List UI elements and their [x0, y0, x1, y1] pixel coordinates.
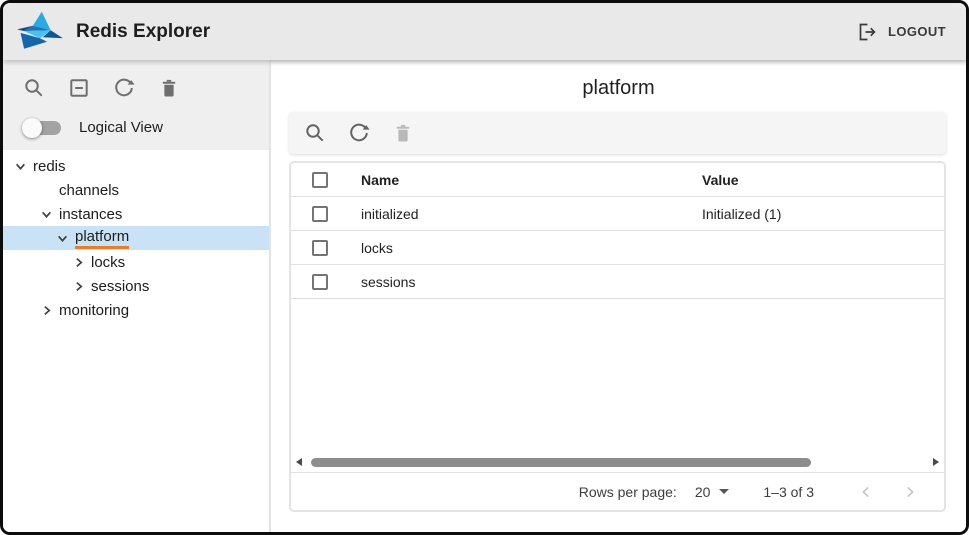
next-page-button[interactable]	[888, 482, 932, 502]
row-checkbox[interactable]	[312, 240, 328, 256]
horizontal-scrollbar[interactable]	[291, 452, 944, 472]
tree-item-label: redis	[33, 158, 66, 175]
app-header: Redis Explorer LOGOUT	[3, 3, 966, 60]
chevron-down-icon[interactable]	[13, 161, 27, 172]
chevron-down-icon[interactable]	[55, 233, 69, 244]
table-empty-area	[291, 299, 944, 452]
select-all-checkbox[interactable]	[312, 172, 328, 188]
trash-icon	[392, 122, 414, 144]
chevron-left-icon	[856, 482, 876, 502]
pagination-range: 1–3 of 3	[763, 484, 814, 500]
page-title: platform	[271, 77, 966, 100]
table-pagination: Rows per page: 20 1–3 of 3	[291, 472, 944, 510]
table-header-row: Name Value	[291, 163, 944, 197]
chevron-down-icon[interactable]	[39, 209, 53, 220]
chevron-right-icon[interactable]	[71, 257, 85, 268]
row-checkbox[interactable]	[312, 206, 328, 222]
page-size-value: 20	[695, 484, 711, 500]
cell-name: locks	[361, 240, 702, 256]
row-checkbox[interactable]	[312, 274, 328, 290]
rows-per-page-label: Rows per page:	[579, 484, 677, 500]
cell-name: initialized	[361, 206, 702, 222]
collapse-all-button[interactable]	[66, 75, 92, 101]
sidebar: Logical View redis channels instances	[3, 60, 269, 532]
table-row[interactable]: sessions	[291, 265, 944, 299]
logout-icon	[857, 22, 877, 42]
logical-view-label: Logical View	[79, 119, 163, 136]
scrollbar-track[interactable]	[309, 458, 926, 467]
table-toolbar	[289, 112, 946, 154]
scrollbar-thumb[interactable]	[311, 458, 811, 467]
chevron-right-icon[interactable]	[39, 305, 53, 316]
tree-item-monitoring[interactable]: monitoring	[3, 298, 269, 322]
scroll-left-arrow-icon[interactable]	[296, 458, 302, 466]
search-button[interactable]	[21, 75, 47, 101]
tree-item-label: sessions	[91, 278, 149, 295]
table-search-button[interactable]	[302, 120, 328, 146]
search-icon	[23, 77, 45, 99]
table-delete-button[interactable]	[390, 120, 416, 146]
trash-icon	[158, 77, 180, 99]
search-icon	[304, 122, 326, 144]
tree-item-label: instances	[59, 206, 122, 223]
dropdown-caret-icon	[719, 489, 729, 494]
logout-label: LOGOUT	[888, 24, 946, 39]
logical-view-toggle[interactable]	[25, 121, 61, 135]
table-refresh-button[interactable]	[346, 120, 372, 146]
tree-item-platform-selected[interactable]: platform	[3, 226, 269, 250]
refresh-icon	[113, 77, 135, 99]
refresh-icon	[348, 122, 370, 144]
keys-table: Name Value initialized Initialized (1) l…	[289, 161, 946, 512]
tree-item-sessions[interactable]: sessions	[3, 274, 269, 298]
key-tree: redis channels instances platform locks	[3, 150, 269, 532]
tree-item-label: platform	[75, 228, 129, 249]
column-header-name: Name	[361, 172, 702, 188]
chevron-right-icon	[900, 482, 920, 502]
app-title: Redis Explorer	[76, 21, 210, 43]
page-size-select[interactable]: 20	[695, 484, 730, 500]
tree-item-channels[interactable]: channels	[3, 178, 269, 202]
tree-item-label: monitoring	[59, 302, 129, 319]
tree-item-locks[interactable]: locks	[3, 250, 269, 274]
refresh-button[interactable]	[111, 75, 137, 101]
tree-item-label: locks	[91, 254, 125, 271]
main-panel: platform	[269, 60, 966, 532]
tree-item-instances[interactable]: instances	[3, 202, 269, 226]
logout-button[interactable]: LOGOUT	[857, 22, 946, 42]
tree-item-redis[interactable]: redis	[3, 154, 269, 178]
delete-button[interactable]	[156, 75, 182, 101]
collapse-all-icon	[68, 77, 90, 99]
column-header-value: Value	[702, 172, 944, 188]
toggle-knob	[22, 118, 42, 138]
chevron-right-icon[interactable]	[71, 281, 85, 292]
scroll-right-arrow-icon[interactable]	[933, 458, 939, 466]
app-window: Redis Explorer LOGOUT	[0, 0, 969, 535]
cell-value: Initialized (1)	[702, 206, 944, 222]
previous-page-button[interactable]	[844, 482, 888, 502]
sidebar-toolbar: Logical View	[3, 60, 269, 150]
table-row[interactable]: locks	[291, 231, 944, 265]
cell-name: sessions	[361, 274, 702, 290]
table-row[interactable]: initialized Initialized (1)	[291, 197, 944, 231]
app-logo-bird-icon	[17, 11, 63, 53]
tree-item-label: channels	[59, 182, 119, 199]
